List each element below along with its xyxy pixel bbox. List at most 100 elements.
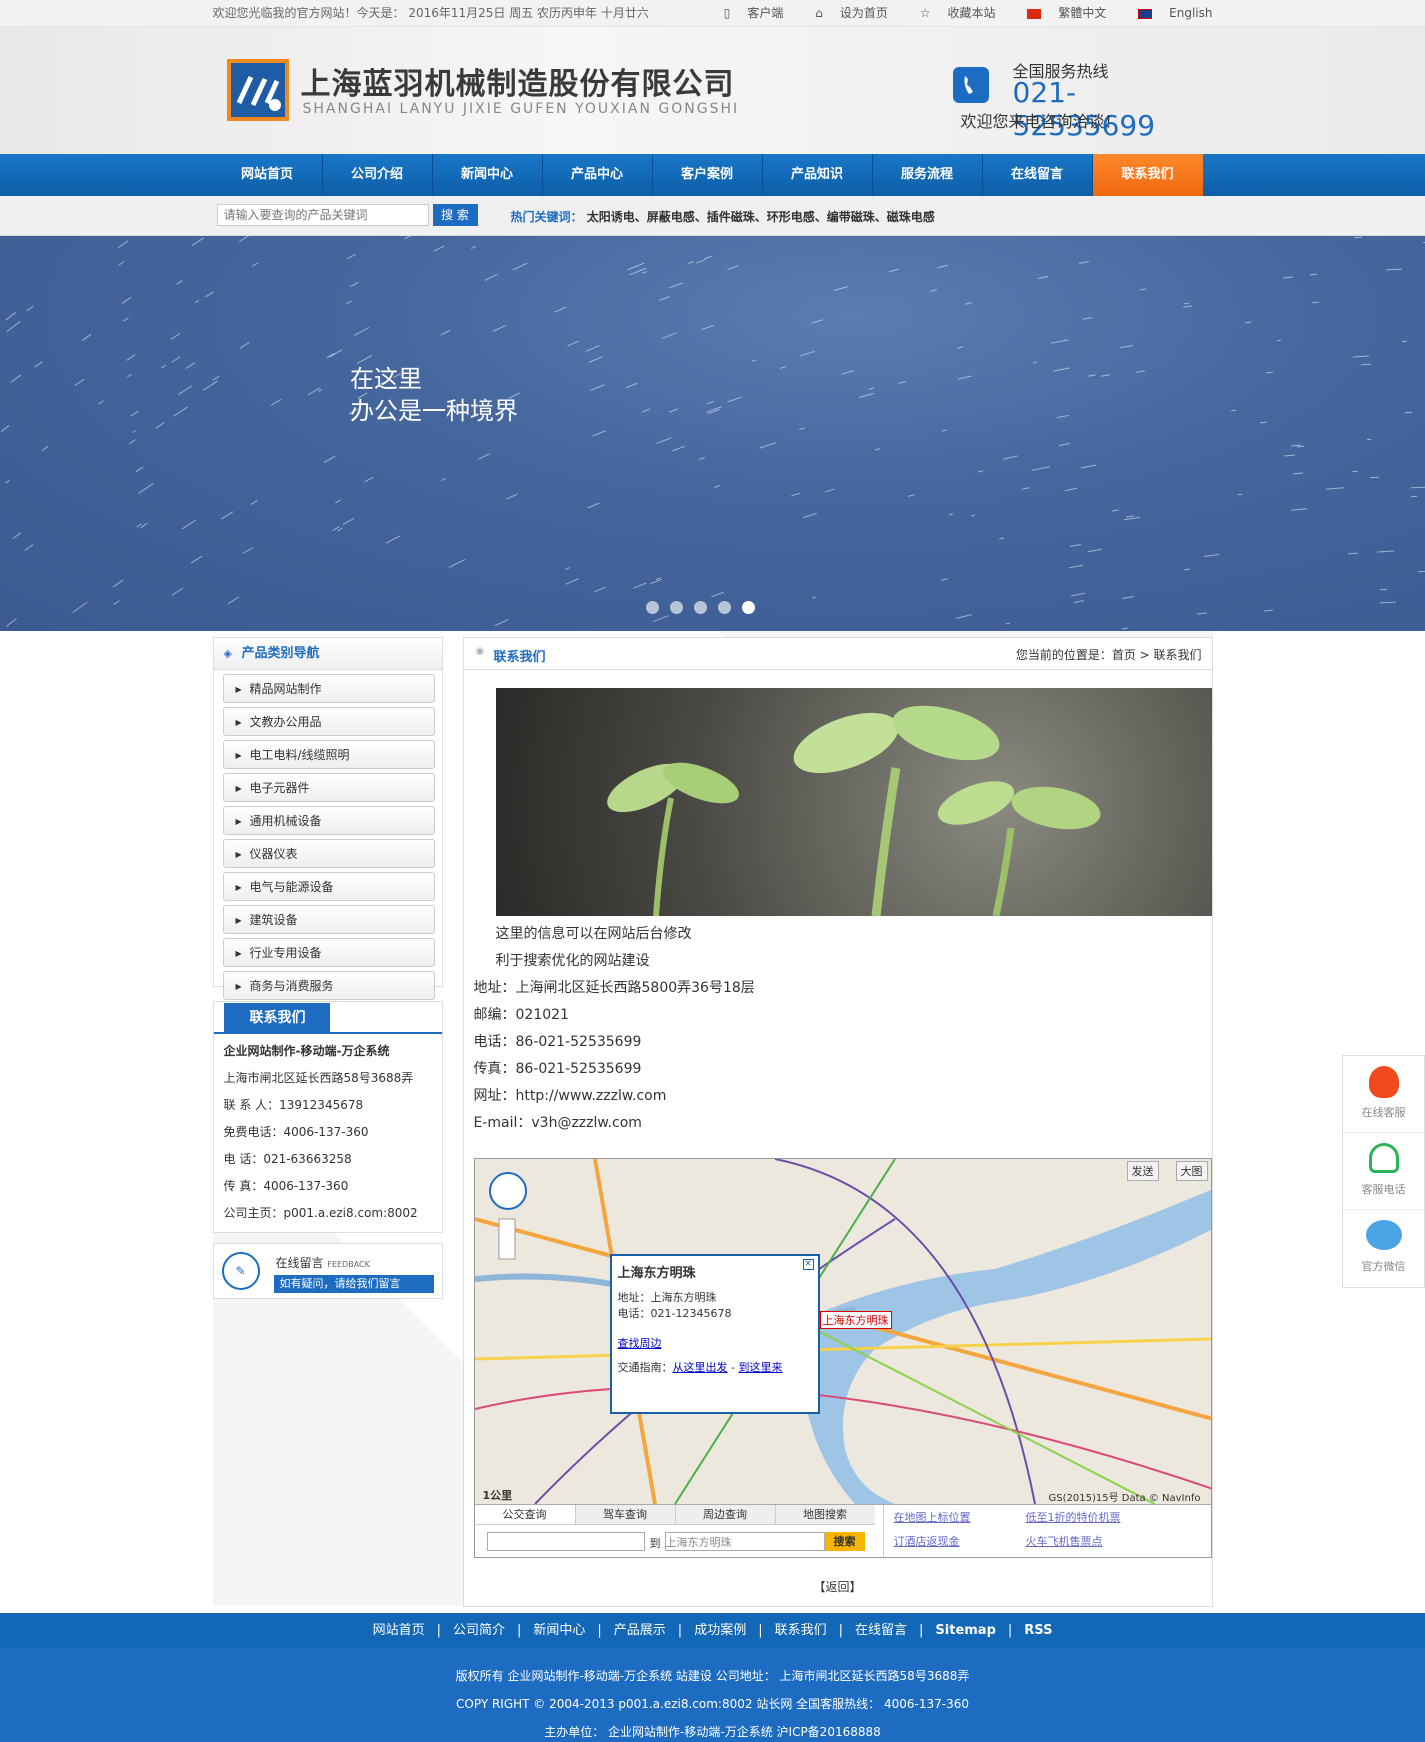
website-line: 网址：http://www.zzzlw.com bbox=[473, 1088, 667, 1104]
popup-nearby-link[interactable]: 查找周边 bbox=[618, 1335, 812, 1351]
footer-link[interactable]: RSS bbox=[1024, 1623, 1052, 1638]
popup-to-link[interactable]: 到这里来 bbox=[738, 1361, 782, 1374]
slide-dot[interactable] bbox=[646, 601, 659, 614]
nav-about[interactable]: 公司介绍 bbox=[323, 154, 433, 196]
map-promo-link[interactable]: 火车飞机售票点 bbox=[1026, 1533, 1103, 1549]
category-item[interactable]: 电气与能源设备 bbox=[222, 872, 435, 902]
popup-from-link[interactable]: 从这里出发 bbox=[673, 1361, 728, 1374]
footer-link[interactable]: 网站首页 bbox=[373, 1623, 425, 1638]
contact-tel: 电 话：021-63663258 bbox=[223, 1152, 352, 1166]
english-link[interactable]: English bbox=[1124, 6, 1213, 20]
map-fullscreen-button[interactable]: 大图 bbox=[1175, 1161, 1208, 1181]
star-trail bbox=[122, 317, 129, 322]
phone-icon: ▯ bbox=[723, 6, 731, 20]
star-trail bbox=[1139, 288, 1146, 291]
search-button[interactable]: 搜 索 bbox=[432, 204, 478, 226]
star-trail bbox=[726, 396, 742, 403]
client-link[interactable]: ▯ 客户端 bbox=[710, 6, 784, 20]
star-trail bbox=[869, 387, 875, 390]
qq-icon bbox=[1368, 1066, 1399, 1098]
tab-map-search[interactable]: 地图搜索 bbox=[774, 1505, 875, 1524]
star-trail bbox=[494, 618, 510, 627]
online-service[interactable]: 在线客服 bbox=[1343, 1056, 1424, 1133]
footer-link[interactable]: 新闻中心 bbox=[533, 1623, 585, 1638]
feedback-banner[interactable]: ✎ 在线留言 FEEDBACK 如有疑问，请给我们留言 bbox=[212, 1243, 443, 1299]
category-item[interactable]: 行业专用设备 bbox=[222, 938, 435, 968]
tab-drive[interactable]: 驾车查询 bbox=[574, 1505, 675, 1524]
star-trail bbox=[1083, 317, 1093, 321]
star-trail bbox=[176, 280, 183, 286]
star-trail bbox=[185, 361, 196, 369]
star-trail bbox=[875, 448, 881, 452]
back-link[interactable]: 【返回】 bbox=[464, 1578, 1212, 1595]
nav-service[interactable]: 服务流程 bbox=[873, 154, 983, 196]
slide-dot[interactable] bbox=[694, 601, 707, 614]
service-phone[interactable]: 客服电话 bbox=[1343, 1133, 1424, 1210]
map-marker-label[interactable]: 上海东方明珠 bbox=[819, 1311, 892, 1329]
footer-link[interactable]: 产品展示 bbox=[614, 1623, 666, 1638]
star-trail bbox=[6, 618, 18, 628]
star-trail bbox=[585, 345, 600, 353]
star-trail bbox=[653, 615, 670, 622]
pen-icon: ✎ bbox=[221, 1252, 260, 1290]
nav-cases[interactable]: 客户案例 bbox=[653, 154, 763, 196]
map-send-button[interactable]: 发送 bbox=[1126, 1161, 1159, 1181]
route-dest-input[interactable] bbox=[664, 1532, 825, 1551]
nav-contact[interactable]: 联系我们 bbox=[1092, 154, 1203, 196]
footer-copyright: 版权所有 企业网站制作-移动端-万企系统 站建设 公司地址： 上海市闸北区延长西… bbox=[455, 1669, 970, 1683]
star-trail bbox=[798, 427, 806, 431]
wechat[interactable]: 官方微信 bbox=[1343, 1210, 1424, 1287]
star-trail bbox=[948, 513, 953, 516]
star-trail bbox=[1183, 305, 1192, 309]
footer-link[interactable]: 联系我们 bbox=[775, 1623, 827, 1638]
nav-home[interactable]: 网站首页 bbox=[213, 154, 323, 196]
star-trail bbox=[505, 493, 518, 500]
map-promo-link[interactable]: 在地图上标位置 bbox=[894, 1509, 971, 1525]
bookmark-link[interactable]: ☆ 收藏本站 bbox=[906, 6, 996, 20]
traditional-chinese-link[interactable]: 繁體中文 bbox=[1013, 6, 1106, 20]
set-home-link[interactable]: ⌂ 设为首页 bbox=[801, 6, 888, 20]
category-item[interactable]: 通用机械设备 bbox=[222, 806, 435, 836]
route-search-button[interactable]: 搜索 bbox=[824, 1532, 865, 1551]
tab-bus[interactable]: 公交查询 bbox=[474, 1505, 575, 1524]
star-trail bbox=[1284, 454, 1296, 457]
slide-dot-active[interactable] bbox=[742, 601, 755, 614]
nav-message[interactable]: 在线留言 bbox=[983, 154, 1093, 196]
slide-dot[interactable] bbox=[718, 601, 731, 614]
slide-dot[interactable] bbox=[670, 601, 683, 614]
star-trail bbox=[1282, 276, 1293, 279]
embedded-map[interactable]: 发送 大图 上海东方明珠 1公里 GS(2015)15号 Data © NavI… bbox=[473, 1158, 1212, 1558]
map-promo-link[interactable]: 订酒店返现金 bbox=[894, 1533, 960, 1549]
category-item[interactable]: 建筑设备 bbox=[222, 905, 435, 935]
category-item[interactable]: 文教办公用品 bbox=[222, 707, 435, 737]
category-item[interactable]: 电子元器件 bbox=[222, 773, 435, 803]
category-item[interactable]: 商务与消费服务 bbox=[222, 971, 435, 1001]
zip-line: 邮编：021021 bbox=[473, 1007, 569, 1023]
tab-nearby[interactable]: 周边查询 bbox=[674, 1505, 775, 1524]
popup-close-icon[interactable]: × bbox=[802, 1259, 814, 1270]
star-trail bbox=[337, 528, 343, 532]
banner-line-1: 在这里 bbox=[350, 365, 422, 393]
nav-knowledge[interactable]: 产品知识 bbox=[763, 154, 873, 196]
map-canvas[interactable] bbox=[474, 1159, 1212, 1504]
category-item[interactable]: 精品网站制作 bbox=[222, 674, 435, 704]
star-trail bbox=[1031, 466, 1050, 472]
nav-products[interactable]: 产品中心 bbox=[543, 154, 653, 196]
hot-keywords-list[interactable]: 太阳诱电、屏蔽电感、插件磁珠、环形电感、编带磁珠、磁珠电感 bbox=[587, 210, 935, 224]
search-input[interactable] bbox=[216, 204, 429, 226]
route-to-label: 到 bbox=[649, 1537, 661, 1550]
footer-icp: 主办单位： 企业网站制作-移动端-万企系统 沪ICP备20168888 bbox=[544, 1725, 881, 1739]
footer-link[interactable]: Sitemap bbox=[935, 1623, 995, 1638]
company-logo[interactable] bbox=[226, 59, 289, 121]
bookmark-icon: ☆ bbox=[919, 6, 931, 20]
footer-link[interactable]: 公司简介 bbox=[453, 1623, 505, 1638]
star-trail bbox=[478, 453, 490, 460]
category-item[interactable]: 电工电料/线缆照明 bbox=[222, 740, 435, 770]
map-promo-link[interactable]: 低至1折的特价机票 bbox=[1026, 1509, 1121, 1525]
route-start-input[interactable] bbox=[486, 1532, 645, 1551]
category-item[interactable]: 仪器仪表 bbox=[222, 839, 435, 869]
star-trail bbox=[957, 346, 964, 349]
nav-news[interactable]: 新闻中心 bbox=[433, 154, 543, 196]
footer-link[interactable]: 在线留言 bbox=[855, 1623, 907, 1638]
footer-link[interactable]: 成功案例 bbox=[694, 1623, 746, 1638]
